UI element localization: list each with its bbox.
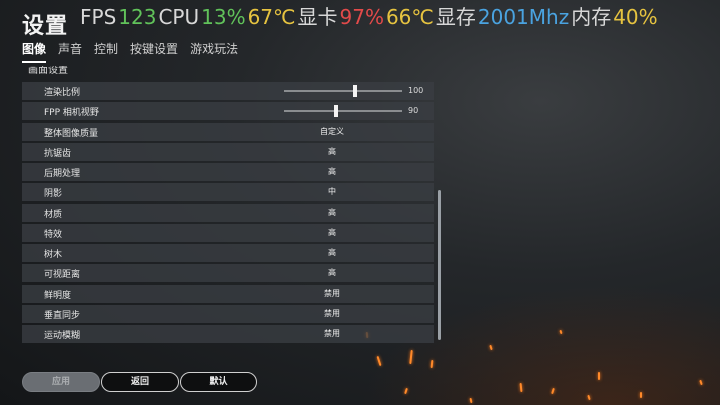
setting-label: 材质 <box>44 209 63 220</box>
setting-value[interactable]: 自定义 <box>310 126 354 137</box>
setting-slider[interactable] <box>284 105 402 118</box>
back-button[interactable]: 返回 <box>101 372 179 392</box>
osd-segment: 66℃ <box>385 5 434 29</box>
scrollbar[interactable] <box>438 190 441 340</box>
setting-value[interactable]: 高 <box>310 267 354 278</box>
tab-4[interactable]: 游戏玩法 <box>190 40 238 63</box>
settings-tabs: 图像 声音 控制 按键设置 游戏玩法 <box>22 40 238 63</box>
apply-button[interactable]: 应用 <box>22 372 100 392</box>
settings-row[interactable]: 阴影 中 <box>22 183 434 202</box>
ember <box>598 372 600 380</box>
settings-list: 渲染比例 100 FPP 相机视野 90 整体图像质量 自定义 抗锯齿高后期处理高阴影中材质… <box>22 82 434 344</box>
osd-segment: 13% <box>201 5 246 29</box>
setting-label: 运动模糊 <box>44 331 81 341</box>
settings-row[interactable]: 抗锯齿 高 <box>22 142 434 161</box>
setting-value[interactable]: 中 <box>310 186 354 197</box>
settings-row[interactable]: 特效 高 <box>22 223 434 242</box>
setting-label: 垂直同步 <box>44 310 81 321</box>
setting-label: 特效 <box>44 229 63 240</box>
setting-label: 鲜明度 <box>44 290 72 301</box>
slider-handle[interactable] <box>333 105 338 118</box>
settings-row[interactable]: FPP 相机视野 90 <box>22 102 434 121</box>
settings-row[interactable]: 运动模糊 禁用 <box>22 325 434 343</box>
slider-value: 100 <box>408 86 424 95</box>
settings-row[interactable]: 鲜明度 禁用 <box>22 284 434 303</box>
setting-label: FPP 相机视野 <box>44 108 99 119</box>
settings-row[interactable]: 渲染比例 100 <box>22 82 434 100</box>
performance-overlay: FPS 123 CPU 13% 67℃ 显卡 97% 66℃ 显存 2001Mhz 内存 40% <box>80 1 660 30</box>
osd-segment: 内存 <box>571 5 612 29</box>
settings-row[interactable]: 树木 高 <box>22 244 434 262</box>
setting-value[interactable]: 禁用 <box>310 328 354 339</box>
setting-value[interactable]: 禁用 <box>310 288 354 299</box>
ember <box>640 392 642 398</box>
page-title: 设置 <box>22 14 69 39</box>
setting-label: 抗锯齿 <box>44 148 72 159</box>
settings-row[interactable]: 垂直同步 禁用 <box>22 304 434 323</box>
setting-value[interactable]: 高 <box>310 146 354 157</box>
osd-segment: 显卡 <box>297 5 338 29</box>
setting-value[interactable]: 高 <box>310 207 354 218</box>
settings-panel: 画面设置 渲染比例 100 FPP 相机视野 90 整体图像质量 自定义 抗锯齿高后期处理高… <box>22 66 434 344</box>
osd-segment: 40% <box>613 5 658 29</box>
setting-value[interactable]: 高 <box>310 227 354 238</box>
setting-slider[interactable] <box>284 85 402 97</box>
setting-label: 阴影 <box>44 189 63 200</box>
setting-label: 可视距离 <box>44 270 81 281</box>
setting-value[interactable]: 禁用 <box>310 308 354 319</box>
osd-segment: 显存 <box>435 5 476 29</box>
setting-label: 整体图像质量 <box>44 128 99 139</box>
osd-segment: 123 <box>118 5 157 29</box>
slider-value: 90 <box>408 106 419 116</box>
setting-value[interactable]: 高 <box>310 166 354 177</box>
setting-value[interactable]: 高 <box>310 247 354 258</box>
tab-1[interactable]: 声音 <box>58 40 82 63</box>
tab-2[interactable]: 控制 <box>94 40 118 63</box>
tab-0[interactable]: 图像 <box>22 40 47 63</box>
setting-label: 渲染比例 <box>44 88 81 98</box>
osd-segment: FPS <box>80 5 117 29</box>
tab-3[interactable]: 按键设置 <box>130 40 178 63</box>
osd-segment: 67℃ <box>247 5 296 29</box>
settings-row[interactable]: 整体图像质量 自定义 <box>22 122 434 141</box>
osd-segment: 2001Mhz <box>477 5 570 29</box>
settings-row[interactable]: 后期处理 高 <box>22 163 434 181</box>
osd-segment: 97% <box>339 5 384 29</box>
setting-label: 后期处理 <box>44 169 81 179</box>
slider-handle[interactable] <box>352 85 357 97</box>
settings-row[interactable]: 材质 高 <box>22 203 434 222</box>
section-header: 画面设置 <box>28 66 68 76</box>
settings-row[interactable]: 可视距离 高 <box>22 264 434 283</box>
default-button[interactable]: 默认 <box>180 372 257 392</box>
setting-label: 树木 <box>44 250 63 260</box>
osd-segment: CPU <box>158 5 200 29</box>
